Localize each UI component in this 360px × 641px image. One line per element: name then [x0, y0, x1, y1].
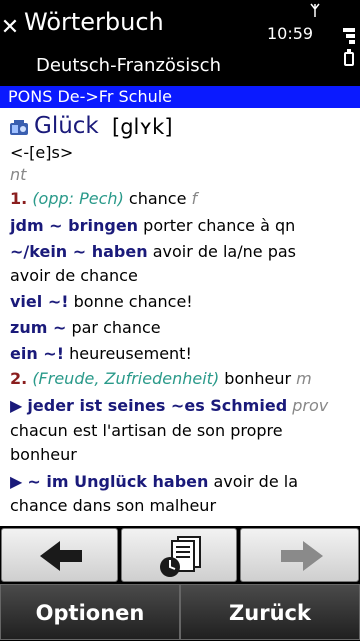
- arrow-right-icon: [281, 541, 323, 571]
- sense-1: 1. (opp: Pech) chance f: [10, 187, 197, 211]
- sense-2: 2. (Freude, Zufriedenheit) bonheur m: [10, 367, 312, 391]
- phrase-fr: chacun est l'artisan de son propre: [10, 421, 283, 440]
- bullet-triangle-icon: ▶: [10, 396, 23, 415]
- arrow-left-icon: [40, 541, 82, 571]
- history-icon: [160, 536, 201, 577]
- phrase-de: jeder ist seines ~es Schmied: [27, 396, 288, 415]
- phrase: jdm ~ bringen porter chance à qn: [10, 214, 295, 238]
- phrase-de: ~ im Unglück haben: [27, 472, 209, 491]
- proverb: ▶ jeder ist seines ~es Schmied prov: [10, 394, 328, 418]
- phrase-fr: par chance: [71, 318, 161, 337]
- genitive: <-[e]s>: [10, 143, 74, 162]
- antenna-icon: [310, 3, 320, 17]
- phrase-fr-cont: chance dans son malheur: [10, 496, 217, 515]
- dictionary-entry: Glück [glʏk] <-[e]s> nt 1. (opp: Pech) c…: [0, 108, 360, 526]
- dictionary-name-bar: PONS De->Fr Schule: [0, 86, 360, 108]
- headword: Glück: [34, 113, 99, 139]
- app-title: Wörterbuch: [24, 8, 164, 36]
- phrase-fr-cont: avoir de chance: [10, 266, 138, 285]
- dictionary-direction: Deutsch-Französisch: [36, 55, 221, 76]
- phrase: ein ~! heureusement!: [10, 342, 192, 366]
- phrase-fr: porter chance à qn: [143, 216, 296, 235]
- phrase: ▶ ~ im Unglück haben avoir de la: [10, 470, 298, 494]
- phrase-fr: avoir de la/ne pas: [152, 242, 296, 261]
- bullet-triangle-icon: ▶: [10, 472, 23, 491]
- phrase-de: zum ~: [10, 318, 67, 337]
- gender-tag: m: [296, 369, 312, 388]
- translation: chance: [128, 189, 187, 208]
- phrase-de: ein ~!: [10, 344, 64, 363]
- title-bar: ✕ Wörterbuch Deutsch-Französisch 10:59: [0, 0, 360, 86]
- phrase-fr: avoir de la: [213, 472, 299, 491]
- phrase: zum ~ par chance: [10, 316, 161, 340]
- battery-icon: [344, 49, 354, 66]
- sense-note: (Freude, Zufriedenheit): [32, 369, 220, 388]
- navigation-toolbar: [0, 526, 360, 584]
- register-tag: prov: [292, 396, 329, 415]
- phrase-fr: bonne chance!: [73, 292, 193, 311]
- back-button[interactable]: [1, 528, 118, 582]
- history-button[interactable]: [121, 528, 237, 582]
- phrase-de: jdm ~ bringen: [10, 216, 139, 235]
- close-icon[interactable]: ✕: [0, 16, 20, 40]
- phrase-de: viel ~!: [10, 292, 69, 311]
- clock: 10:59: [267, 24, 314, 43]
- forward-button[interactable]: [240, 528, 359, 582]
- sense-number: 1.: [10, 189, 28, 208]
- gender: nt: [10, 165, 27, 184]
- phrase-de: ~/kein ~ haben: [10, 242, 148, 261]
- phrase: ~/kein ~ haben avoir de la/ne pas: [10, 240, 296, 264]
- translation: bonheur: [224, 369, 292, 388]
- signal-strength-icon: [343, 28, 355, 44]
- dictionary-name: PONS De->Fr Schule: [8, 87, 173, 106]
- phrase-fr: heureusement!: [69, 344, 192, 363]
- sense-number: 2.: [10, 369, 28, 388]
- phrase-fr-cont: bonheur: [10, 445, 77, 464]
- pronunciation: [glʏk]: [112, 115, 173, 139]
- speaker-icon[interactable]: [10, 120, 28, 136]
- phrase: viel ~! bonne chance!: [10, 290, 193, 314]
- gender-tag: f: [191, 189, 198, 208]
- back-softkey[interactable]: Zurück: [180, 584, 360, 640]
- sense-note: (opp: Pech): [32, 189, 124, 208]
- options-softkey[interactable]: Optionen: [0, 584, 180, 640]
- softkey-bar: Optionen Zurück: [0, 584, 360, 640]
